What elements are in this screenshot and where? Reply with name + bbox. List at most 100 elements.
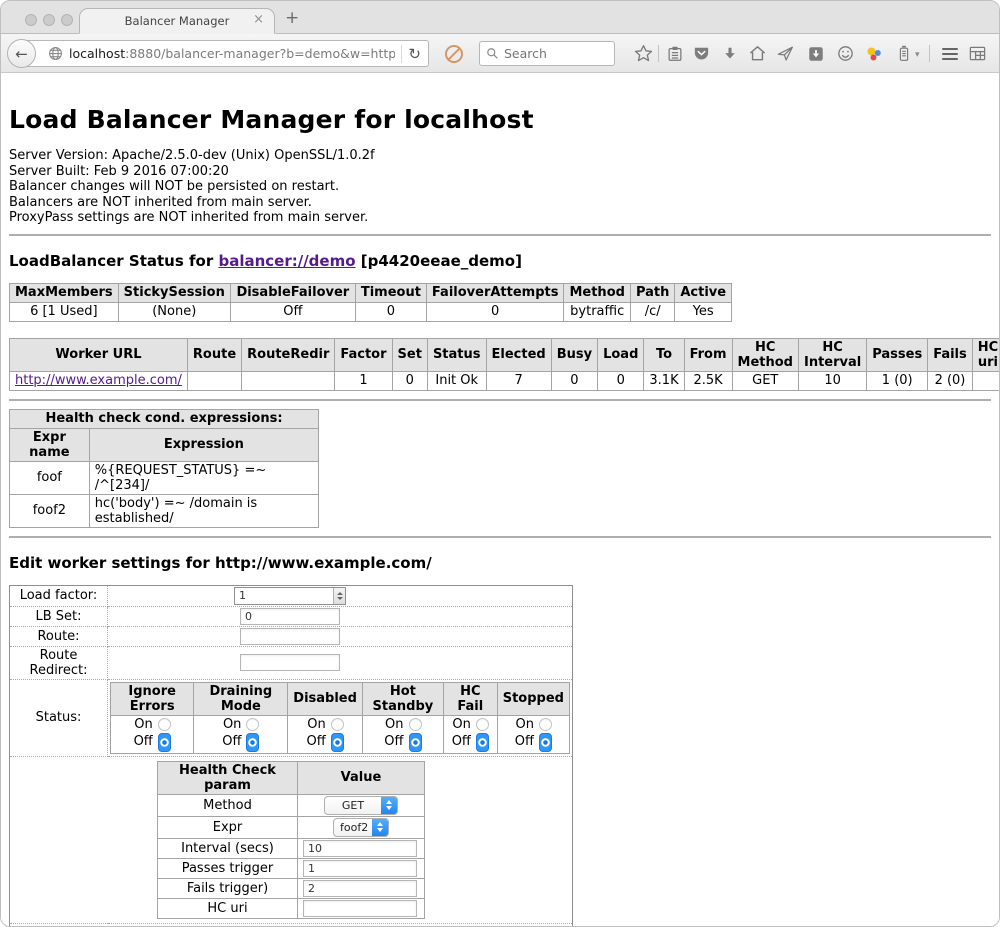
- search-icon: [486, 47, 499, 60]
- status-radio-table: Ignore Errors Draining Mode Disabled Hot…: [110, 682, 570, 754]
- form-row-lb-set: LB Set:: [10, 606, 573, 626]
- ignore-errors-on-radio[interactable]: [158, 718, 171, 731]
- balancer-demo-link[interactable]: balancer://demo: [218, 252, 355, 270]
- draining-mode-off-radio[interactable]: [246, 733, 259, 752]
- hc-uri-input[interactable]: [303, 900, 417, 917]
- lb-set-input[interactable]: [240, 608, 340, 625]
- hc-method-select[interactable]: GET: [324, 796, 398, 815]
- search-box[interactable]: [479, 41, 615, 66]
- menu-hamburger-icon[interactable]: [939, 43, 960, 64]
- col-failoverattempts: FailoverAttempts: [426, 283, 564, 302]
- back-button[interactable]: ←: [7, 39, 36, 68]
- table-header-row: MaxMembers StickySession DisableFailover…: [10, 283, 732, 302]
- col-worker-url: Worker URL: [10, 338, 188, 371]
- url-path: :8880/balancer-manager?b=demo&w=http://w…: [125, 46, 395, 61]
- overflow-caret-icon[interactable]: ▾: [915, 50, 920, 60]
- form-row-route-redirect: Route Redirect:: [10, 646, 573, 679]
- col-maxmembers: MaxMembers: [10, 283, 119, 302]
- balancer-status-table: MaxMembers StickySession DisableFailover…: [9, 283, 732, 322]
- url-text: localhost:8880/balancer-manager?b=demo&w…: [69, 46, 395, 61]
- number-spinner-icon[interactable]: [333, 588, 345, 604]
- window-close-button[interactable]: [25, 14, 37, 26]
- stopped-off-radio[interactable]: [539, 733, 552, 752]
- send-tab-icon[interactable]: [775, 43, 796, 64]
- select-stepper-icon[interactable]: [381, 796, 397, 815]
- form-row-load-factor: Load factor:: [10, 585, 573, 606]
- reload-button[interactable]: ↻: [408, 45, 421, 63]
- url-domain: localhost: [69, 46, 125, 61]
- form-row-submit: Submit: [10, 923, 573, 927]
- tab-close-icon[interactable]: ×: [253, 13, 264, 27]
- col-path: Path: [630, 283, 674, 302]
- divider: [9, 234, 991, 236]
- new-tab-button[interactable]: +: [285, 8, 299, 28]
- table-row: 6 [1 Used] (None) Off 0 0 bytraffic /c/ …: [10, 302, 732, 321]
- hc-fail-off-radio[interactable]: [476, 733, 489, 752]
- col-disablefailover: DisableFailover: [230, 283, 355, 302]
- col-hc-param: Health Check param: [158, 761, 298, 794]
- bookmarks-menu-icon[interactable]: [664, 43, 685, 64]
- col-stickysession: StickySession: [118, 283, 230, 302]
- tab-bar: Balancer Manager × +: [1, 1, 999, 34]
- downloads-icon[interactable]: [719, 43, 740, 64]
- worker-url-link[interactable]: http://www.example.com/: [15, 373, 182, 388]
- hc-fail-on-radio[interactable]: [476, 718, 489, 731]
- search-input[interactable]: [504, 46, 608, 61]
- form-row-status: Status: Ignore Errors Draining Mode Disa…: [10, 679, 573, 756]
- content-blocked-icon[interactable]: [445, 45, 463, 63]
- extension-dots-icon[interactable]: [863, 43, 884, 64]
- window-zoom-button[interactable]: [61, 14, 73, 26]
- tab-balancer-manager[interactable]: Balancer Manager ×: [79, 8, 275, 34]
- page-content: Load Balancer Manager for localhost Serv…: [1, 105, 999, 927]
- status-heading-suffix: [p4420eeae_demo]: [356, 252, 522, 270]
- forget-smiley-icon[interactable]: [835, 43, 856, 64]
- stopped-on-radio[interactable]: [539, 718, 552, 731]
- pocket-icon[interactable]: [691, 43, 712, 64]
- col-draining-mode: Draining Mode: [194, 682, 288, 715]
- hot-standby-off-radio[interactable]: [409, 733, 422, 752]
- hc-fails-input[interactable]: [303, 880, 417, 897]
- worker-row: http://www.example.com/ 1 0 Init Ok 7 0 …: [10, 371, 1000, 390]
- edit-worker-form: Load factor: LB Set: Route: Route Redire…: [9, 585, 573, 927]
- col-expression: Expression: [89, 428, 318, 461]
- toolbar-separator-2: [929, 45, 930, 62]
- hot-standby-on-radio[interactable]: [409, 718, 422, 731]
- col-timeout: Timeout: [355, 283, 426, 302]
- proxypass-note-line: ProxyPass settings are NOT inherited fro…: [9, 210, 991, 226]
- toolbar-separator: [658, 45, 659, 62]
- hc-passes-input[interactable]: [303, 860, 417, 877]
- urlbar-separator: [401, 45, 402, 63]
- inherit-note-line: Balancers are NOT inherited from main se…: [9, 195, 991, 211]
- loadbalancer-status-heading: LoadBalancer Status for balancer://demo …: [9, 252, 991, 270]
- server-built-line: Server Built: Feb 9 2016 07:00:20: [9, 164, 991, 180]
- browser-window: Balancer Manager × + ← localhost:8880/ba…: [0, 0, 1000, 927]
- ignore-errors-off-radio[interactable]: [158, 733, 171, 752]
- health-check-expressions-table: Health check cond. expressions: Expr nam…: [9, 409, 319, 528]
- globe-icon[interactable]: [48, 46, 63, 61]
- hc-expr-select[interactable]: foof2: [333, 818, 389, 837]
- expr-row: foof2 hc('body') =~ /domain is establish…: [10, 494, 319, 527]
- table-header-row: Worker URL Route RouteRedir Factor Set S…: [10, 338, 1000, 371]
- window-minimize-button[interactable]: [43, 14, 55, 26]
- col-method: Method: [564, 283, 630, 302]
- hc-interval-input[interactable]: [303, 840, 417, 857]
- bookmark-star-icon[interactable]: [633, 43, 654, 64]
- route-input[interactable]: [240, 628, 340, 645]
- disabled-off-radio[interactable]: [331, 733, 344, 752]
- status-heading-prefix: LoadBalancer Status for: [9, 252, 218, 270]
- route-redirect-input[interactable]: [240, 654, 340, 671]
- tab-groups-icon[interactable]: [967, 43, 988, 64]
- url-bar[interactable]: localhost:8880/balancer-manager?b=demo&w…: [21, 40, 429, 67]
- select-stepper-icon[interactable]: [372, 818, 388, 837]
- col-hot-standby: Hot Standby: [362, 682, 443, 715]
- col-stopped: Stopped: [497, 682, 569, 715]
- load-factor-input[interactable]: [234, 587, 346, 605]
- home-icon[interactable]: [747, 43, 768, 64]
- server-version-line: Server Version: Apache/2.5.0-dev (Unix) …: [9, 148, 991, 164]
- draining-mode-on-radio[interactable]: [246, 718, 259, 731]
- disabled-on-radio[interactable]: [331, 718, 344, 731]
- session-manager-icon[interactable]: [893, 43, 914, 64]
- hc-expr-title: Health check cond. expressions:: [10, 409, 319, 428]
- save-to-device-icon[interactable]: [805, 43, 826, 64]
- page-title: Load Balancer Manager for localhost: [9, 105, 991, 134]
